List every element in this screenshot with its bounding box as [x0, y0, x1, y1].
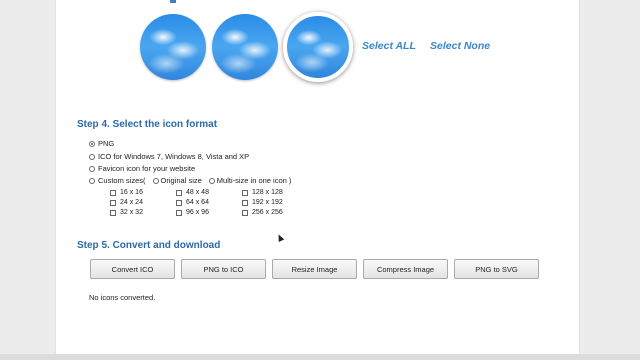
format-option-favicon[interactable]: Favicon icon for your website: [89, 164, 195, 173]
checkbox-icon[interactable]: [176, 189, 182, 196]
radio-icon[interactable]: [89, 153, 95, 160]
checkbox-icon[interactable]: [242, 199, 248, 206]
step4-title: Step 4. Select the icon format: [77, 119, 218, 130]
size-label: 128 x 128: [252, 189, 283, 196]
option-label: ICO for Windows 7, Windows 8, Vista and …: [98, 152, 250, 161]
select-all-link[interactable]: Select ALL: [362, 40, 416, 52]
size-label: 24 x 24: [120, 199, 143, 206]
radio-icon[interactable]: [89, 165, 95, 172]
checkbox-icon[interactable]: [242, 189, 248, 196]
format-option-ico[interactable]: ICO for Windows 7, Windows 8, Vista and …: [89, 152, 249, 161]
size-label: 64 x 64: [186, 199, 209, 206]
icon-thumbnail[interactable]: [140, 14, 206, 80]
checkbox-icon[interactable]: [176, 209, 182, 216]
checkbox-icon[interactable]: [110, 189, 116, 196]
size-label: 256 x 256: [252, 209, 283, 216]
radio-icon[interactable]: [152, 177, 159, 184]
size-checkbox[interactable]: 48 x 48: [176, 189, 209, 196]
conversion-status: No icons converted.: [89, 293, 156, 302]
size-checkbox[interactable]: 24 x 24: [110, 199, 143, 206]
multi-size-option[interactable]: Multi-size in one icon ): [208, 176, 292, 185]
radio-icon[interactable]: [89, 177, 95, 184]
step5-title: Step 5. Convert and download: [77, 240, 221, 251]
format-option-png[interactable]: PNG: [89, 139, 114, 148]
size-checkbox[interactable]: 16 x 16: [110, 189, 143, 196]
size-label: 16 x 16: [120, 189, 143, 196]
size-checkbox[interactable]: 64 x 64: [176, 199, 209, 206]
size-label: 48 x 48: [186, 189, 209, 196]
radio-selected-icon[interactable]: [89, 140, 95, 147]
icon-thumbnail[interactable]: [212, 14, 278, 80]
checkbox-icon[interactable]: [242, 209, 248, 216]
size-checkbox[interactable]: 128 x 128: [242, 189, 283, 196]
png-to-ico-button[interactable]: PNG to ICO: [181, 259, 266, 279]
icon-thumbnail-selected[interactable]: [283, 12, 353, 82]
option-label: PNG: [98, 139, 115, 148]
size-label: 192 x 192: [252, 199, 283, 206]
checkbox-icon[interactable]: [110, 209, 116, 216]
format-option-custom[interactable]: Custom sizes( Original size Multi-size i…: [89, 176, 291, 185]
original-size-option[interactable]: Original size: [152, 176, 202, 185]
horizontal-scrollbar[interactable]: [0, 354, 640, 360]
select-none-link[interactable]: Select None: [430, 40, 490, 52]
size-checkbox[interactable]: 32 x 32: [110, 209, 143, 216]
checkbox-icon[interactable]: [176, 199, 182, 206]
option-label: Original size: [160, 176, 202, 185]
radio-icon[interactable]: [208, 177, 215, 184]
size-checkbox[interactable]: 192 x 192: [242, 199, 283, 206]
checkbox-icon[interactable]: [110, 199, 116, 206]
size-label: 96 x 96: [186, 209, 209, 216]
convert-ico-button[interactable]: Convert ICO: [90, 259, 175, 279]
scroll-indicator: [170, 0, 176, 3]
size-checkbox[interactable]: 256 x 256: [242, 209, 283, 216]
option-label: Favicon icon for your website: [98, 164, 196, 173]
option-label: Multi-size in one icon ): [216, 176, 292, 185]
resize-image-button[interactable]: Resize Image: [272, 259, 357, 279]
option-label: Custom sizes(: [98, 176, 146, 185]
size-checkbox[interactable]: 96 x 96: [176, 209, 209, 216]
png-to-svg-button[interactable]: PNG to SVG: [454, 259, 539, 279]
size-label: 32 x 32: [120, 209, 143, 216]
compress-image-button[interactable]: Compress Image: [363, 259, 448, 279]
